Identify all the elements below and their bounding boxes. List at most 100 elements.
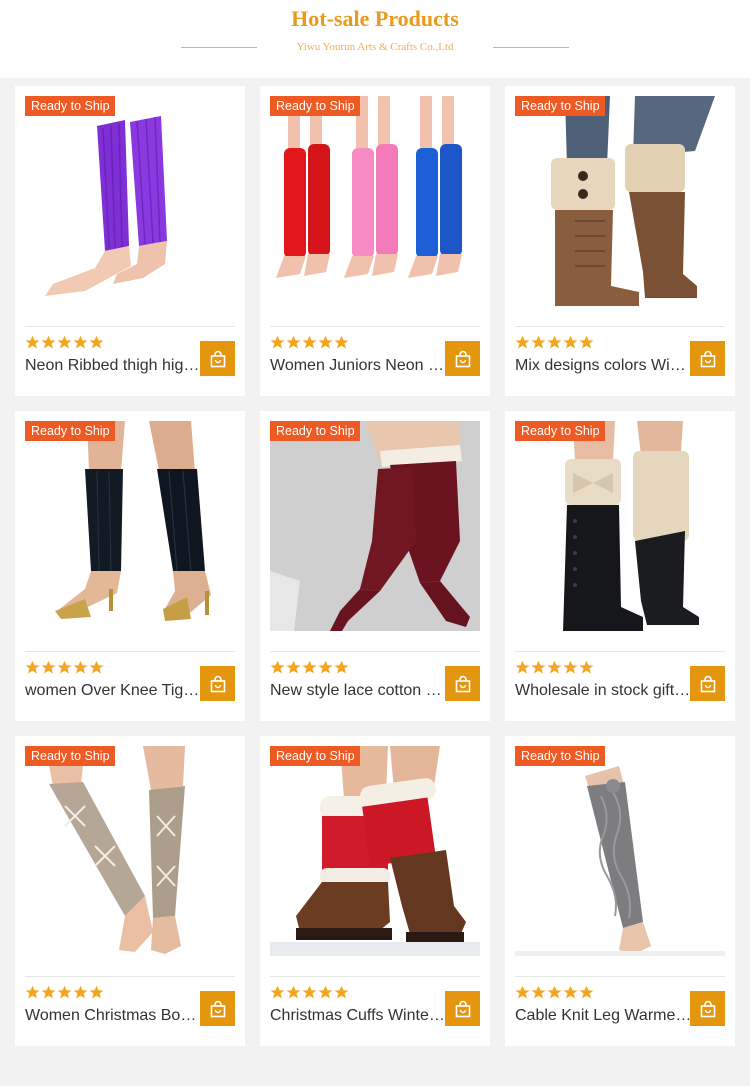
boot-cuffs-buttons-icon bbox=[515, 96, 725, 306]
rating-stars bbox=[270, 660, 349, 676]
shopping-bag-icon bbox=[455, 1000, 470, 1017]
star-icon bbox=[270, 335, 285, 349]
grey-cable-leg-warmers-icon bbox=[515, 746, 725, 956]
product-image[interactable] bbox=[25, 421, 235, 631]
product-title[interactable]: Cable Knit Leg Warmers with Pom Pom bbox=[515, 1007, 693, 1025]
product-title[interactable]: Neon Ribbed thigh high leg warmers bbox=[25, 357, 203, 375]
star-icon bbox=[57, 660, 72, 674]
product-title[interactable]: New style lace cotton over knee socks bbox=[270, 682, 448, 700]
divider bbox=[25, 326, 235, 327]
star-icon bbox=[334, 985, 349, 999]
star-icon bbox=[531, 660, 546, 674]
product-title[interactable]: Women Juniors Neon Ribbed Leg Warmers bbox=[270, 357, 448, 375]
star-icon bbox=[579, 660, 594, 674]
divider bbox=[515, 326, 725, 327]
star-icon bbox=[270, 660, 285, 674]
bow-boot-cuffs-icon bbox=[515, 421, 725, 631]
header: Hot-sale Products Yiwu Yourun Arts & Cra… bbox=[0, 0, 750, 78]
add-to-cart-button[interactable] bbox=[200, 991, 235, 1026]
red-fur-boot-cuffs-icon bbox=[270, 746, 480, 956]
ready-to-ship-badge: Ready to Ship bbox=[25, 421, 115, 441]
add-to-cart-button[interactable] bbox=[690, 666, 725, 701]
rating-stars bbox=[270, 335, 349, 351]
christmas-leg-warmers-icon bbox=[25, 746, 235, 956]
product-card[interactable]: Ready to Ship Women Christmas Boot Leg W… bbox=[15, 736, 245, 1046]
shopping-bag-icon bbox=[700, 350, 715, 367]
star-icon bbox=[57, 985, 72, 999]
product-card[interactable]: Ready to Ship Christmas Cuffs Winter Boo… bbox=[260, 736, 490, 1046]
add-to-cart-button[interactable] bbox=[445, 666, 480, 701]
star-icon bbox=[547, 985, 562, 999]
ready-to-ship-badge: Ready to Ship bbox=[25, 96, 115, 116]
ready-to-ship-badge: Ready to Ship bbox=[270, 96, 360, 116]
add-to-cart-button[interactable] bbox=[690, 991, 725, 1026]
product-title[interactable]: women Over Knee Tights Dance Leg Warmers bbox=[25, 682, 203, 700]
star-icon bbox=[89, 660, 104, 674]
star-icon bbox=[334, 335, 349, 349]
star-icon bbox=[25, 335, 40, 349]
rating-stars bbox=[25, 335, 104, 351]
product-card[interactable]: Ready to Ship Cable Knit Leg Warmers wit… bbox=[505, 736, 735, 1046]
company-name: Yiwu Yourun Arts & Crafts Co.,Ltd bbox=[296, 41, 454, 53]
product-title[interactable]: Mix designs colors Winter Knit Boot Cuff… bbox=[515, 357, 693, 375]
divider bbox=[515, 976, 725, 977]
star-icon bbox=[515, 660, 530, 674]
product-card[interactable]: Ready to Ship Women Juniors Neon Ribbed … bbox=[260, 86, 490, 396]
shopping-bag-icon bbox=[700, 675, 715, 692]
star-icon bbox=[334, 660, 349, 674]
rating-stars bbox=[515, 985, 594, 1001]
star-icon bbox=[25, 660, 40, 674]
rating-stars bbox=[25, 985, 104, 1001]
add-to-cart-button[interactable] bbox=[445, 341, 480, 376]
product-title[interactable]: Wholesale in stock gift knit boot cuffs bbox=[515, 682, 693, 700]
divider bbox=[270, 651, 480, 652]
product-image[interactable] bbox=[270, 96, 480, 306]
star-icon bbox=[270, 985, 285, 999]
shopping-bag-icon bbox=[455, 675, 470, 692]
shopping-bag-icon bbox=[700, 1000, 715, 1017]
divider-right bbox=[493, 47, 569, 48]
product-card[interactable]: Ready to Ship Neon Ribbed thigh high leg… bbox=[15, 86, 245, 396]
product-image[interactable] bbox=[25, 746, 235, 956]
product-image[interactable] bbox=[270, 421, 480, 631]
product-title[interactable]: Women Christmas Boot Leg Warmers bbox=[25, 1007, 203, 1025]
star-icon bbox=[547, 335, 562, 349]
star-icon bbox=[531, 335, 546, 349]
star-icon bbox=[563, 985, 578, 999]
ready-to-ship-badge: Ready to Ship bbox=[270, 746, 360, 766]
product-image[interactable] bbox=[25, 96, 235, 306]
ready-to-ship-badge: Ready to Ship bbox=[515, 421, 605, 441]
add-to-cart-button[interactable] bbox=[200, 666, 235, 701]
star-icon bbox=[89, 985, 104, 999]
star-icon bbox=[73, 660, 88, 674]
add-to-cart-button[interactable] bbox=[200, 341, 235, 376]
star-icon bbox=[57, 335, 72, 349]
ready-to-ship-badge: Ready to Ship bbox=[515, 746, 605, 766]
product-card[interactable]: Ready to Ship New style lace cotton over… bbox=[260, 411, 490, 721]
ready-to-ship-badge: Ready to Ship bbox=[270, 421, 360, 441]
burgundy-lace-socks-icon bbox=[270, 421, 480, 631]
product-image[interactable] bbox=[270, 746, 480, 956]
divider bbox=[515, 651, 725, 652]
product-image[interactable] bbox=[515, 421, 725, 631]
add-to-cart-button[interactable] bbox=[690, 341, 725, 376]
star-icon bbox=[318, 335, 333, 349]
star-icon bbox=[41, 660, 56, 674]
purple-leg-warmers-icon bbox=[25, 96, 235, 306]
star-icon bbox=[25, 985, 40, 999]
product-card[interactable]: Ready to Ship Wholesale in stock gift kn… bbox=[505, 411, 735, 721]
star-icon bbox=[286, 985, 301, 999]
star-icon bbox=[41, 985, 56, 999]
product-card[interactable]: Ready to Ship women Over Knee Tights Dan… bbox=[15, 411, 245, 721]
product-image[interactable] bbox=[515, 96, 725, 306]
product-title[interactable]: Christmas Cuffs Winter Boot Toppers bbox=[270, 1007, 448, 1025]
star-icon bbox=[286, 660, 301, 674]
product-image[interactable] bbox=[515, 746, 725, 956]
rating-stars bbox=[270, 985, 349, 1001]
ready-to-ship-badge: Ready to Ship bbox=[25, 746, 115, 766]
product-card[interactable]: Ready to Ship Mix designs colors Winter … bbox=[505, 86, 735, 396]
shopping-bag-icon bbox=[210, 1000, 225, 1017]
ready-to-ship-badge: Ready to Ship bbox=[515, 96, 605, 116]
black-stirrup-leg-warmers-icon bbox=[25, 421, 235, 631]
add-to-cart-button[interactable] bbox=[445, 991, 480, 1026]
